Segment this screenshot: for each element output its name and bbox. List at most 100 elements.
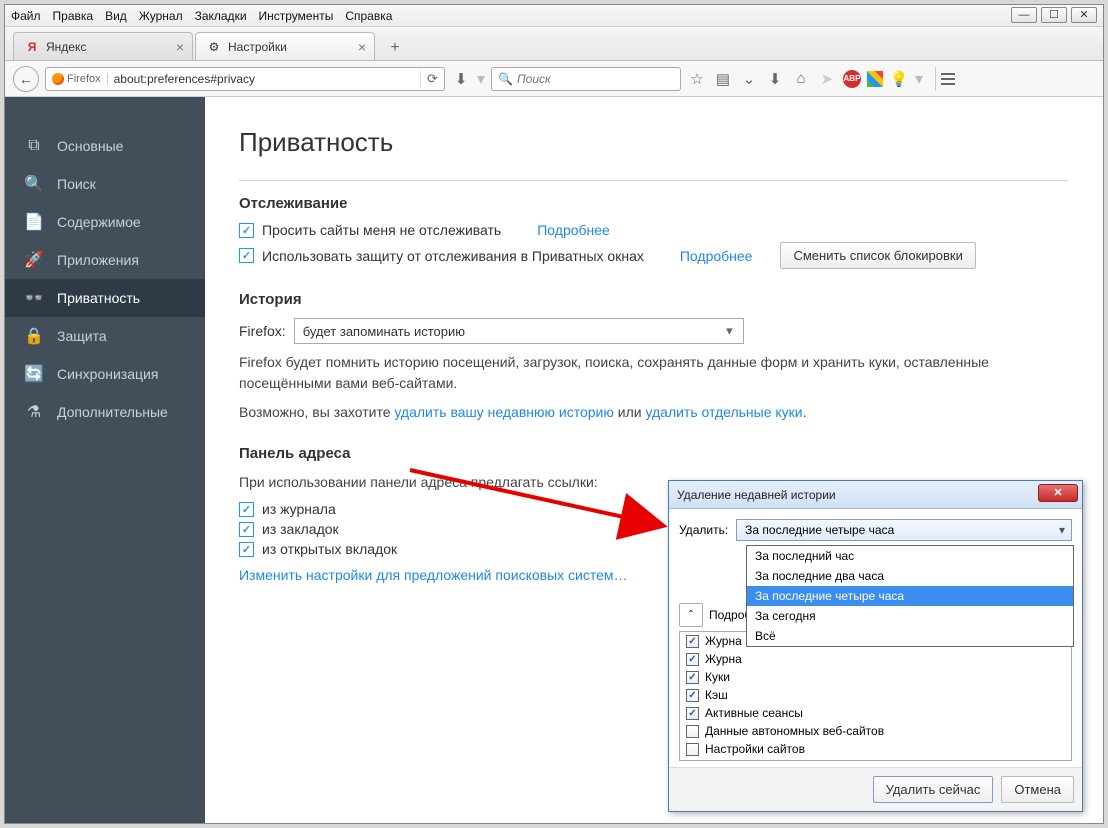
checkbox-item[interactable]	[686, 743, 699, 756]
lights-icon[interactable]: 💡	[889, 69, 909, 89]
checkbox-tracking-protection[interactable]: ✓	[239, 248, 254, 263]
advanced-icon: ⚗	[25, 403, 43, 421]
firefox-icon	[52, 73, 64, 85]
checkbox-from-opentabs[interactable]: ✓	[239, 542, 254, 557]
toolbar: ← Firefox ⟳ ⬇ ▾ 🔍 ☆ ▤ ⌄ ⬇ ⌂ ➤ ABP 💡 ▾	[5, 61, 1103, 97]
tracking-protection-label: Использовать защиту от отслеживания в Пр…	[262, 248, 644, 264]
history-description: Firefox будет помнить историю посещений,…	[239, 352, 1069, 394]
cancel-button[interactable]: Отмена	[1001, 776, 1074, 803]
dnt-more-link[interactable]: Подробнее	[537, 222, 610, 238]
delete-label: Удалить:	[679, 523, 728, 537]
checkbox-from-bookmarks[interactable]: ✓	[239, 522, 254, 537]
lock-icon: 🔒	[25, 327, 43, 345]
close-button[interactable]: ✕	[1071, 7, 1097, 23]
dialog-body: Удалить: За последние четыре часа За пос…	[669, 509, 1082, 767]
clear-recent-history-link[interactable]: удалить вашу недавнюю историю	[394, 404, 613, 420]
search-bar[interactable]: 🔍	[491, 67, 681, 91]
details-toggle-button[interactable]: ˆ	[679, 603, 703, 627]
back-button[interactable]: ←	[13, 66, 39, 92]
sidebar-item-advanced[interactable]: ⚗Дополнительные	[5, 393, 205, 431]
home-icon[interactable]: ⌂	[791, 69, 811, 89]
abp-icon[interactable]: ABP	[843, 70, 861, 88]
tracking-heading: Отслеживание	[239, 195, 1069, 212]
sidebar-item-general[interactable]: ⧉Основные	[5, 127, 205, 165]
menu-help[interactable]: Справка	[345, 9, 392, 23]
hamburger-menu[interactable]	[935, 67, 959, 91]
checkbox-item[interactable]	[686, 725, 699, 738]
sidebar-item-search[interactable]: 🔍Поиск	[5, 165, 205, 203]
firefox-label: Firefox:	[239, 323, 286, 339]
dialog-close-button[interactable]: ✕	[1038, 484, 1078, 502]
search-icon: 🔍	[25, 175, 43, 193]
mask-icon: 👓	[25, 289, 43, 307]
sidebar-item-security[interactable]: 🔒Защита	[5, 317, 205, 355]
maximize-button[interactable]: ☐	[1041, 7, 1067, 23]
menu-tools[interactable]: Инструменты	[259, 9, 334, 23]
sidebar-item-content[interactable]: 📄Содержимое	[5, 203, 205, 241]
history-links: Возможно, вы захотите удалить вашу недав…	[239, 402, 1069, 423]
tab-strip: Я Яндекс × ⚙ Настройки × +	[5, 27, 1103, 61]
menu-view[interactable]: Вид	[105, 9, 127, 23]
checkbox-from-history[interactable]: ✓	[239, 502, 254, 517]
tab-settings[interactable]: ⚙ Настройки ×	[195, 32, 375, 60]
sidebar-item-apps[interactable]: 🚀Приложения	[5, 241, 205, 279]
dropdown-option[interactable]: За последние четыре часа	[747, 586, 1073, 606]
divider	[239, 180, 1069, 181]
change-blocklist-button[interactable]: Сменить список блокировки	[780, 242, 975, 269]
menu-history[interactable]: Журнал	[139, 9, 183, 23]
sidebar-item-sync[interactable]: 🔄Синхронизация	[5, 355, 205, 393]
details-list[interactable]: Журна Журна Куки Кэш Активные сеансы Дан…	[679, 631, 1072, 761]
clear-cookies-link[interactable]: удалить отдельные куки	[645, 404, 802, 420]
dropdown-option[interactable]: За сегодня	[747, 606, 1073, 626]
menubar: Файл Правка Вид Журнал Закладки Инструме…	[5, 5, 1103, 27]
checkbox-item[interactable]	[686, 635, 699, 648]
apps-icon[interactable]	[867, 71, 883, 87]
history-mode-select[interactable]: будет запоминать историю	[294, 318, 744, 344]
dropdown-option[interactable]: За последние два часа	[747, 566, 1073, 586]
close-tab-icon[interactable]: ×	[358, 39, 366, 55]
star-icon[interactable]: ☆	[687, 69, 707, 89]
pocket-icon[interactable]: ⌄	[739, 69, 759, 89]
tab-label: Яндекс	[46, 40, 86, 54]
url-input[interactable]	[108, 72, 420, 86]
change-search-settings-link[interactable]: Изменить настройки для предложений поиск…	[239, 567, 628, 583]
delete-now-button[interactable]: Удалить сейчас	[873, 776, 994, 803]
menu-file[interactable]: Файл	[11, 9, 41, 23]
sync-icon: 🔄	[25, 365, 43, 383]
tracking-more-link[interactable]: Подробнее	[680, 248, 753, 264]
history-heading: История	[239, 291, 1069, 308]
page-title: Приватность	[239, 127, 1069, 158]
send-icon[interactable]: ➤	[817, 69, 837, 89]
search-input[interactable]	[517, 72, 674, 86]
dialog-title: Удаление недавней истории	[677, 488, 836, 502]
content-icon: 📄	[25, 213, 43, 231]
new-tab-button[interactable]: +	[383, 36, 407, 60]
checkbox-item[interactable]	[686, 707, 699, 720]
dialog-footer: Удалить сейчас Отмена	[669, 767, 1082, 811]
close-tab-icon[interactable]: ×	[176, 39, 184, 55]
tab-yandex[interactable]: Я Яндекс ×	[13, 32, 193, 60]
preferences-sidebar: ⧉Основные 🔍Поиск 📄Содержимое 🚀Приложения…	[5, 97, 205, 823]
reload-button[interactable]: ⟳	[420, 71, 444, 87]
search-icon: 🔍	[498, 72, 513, 86]
dropdown-option[interactable]: Всё	[747, 626, 1073, 646]
addressbar-heading: Панель адреса	[239, 445, 1069, 462]
general-icon: ⧉	[25, 137, 43, 155]
site-identity[interactable]: Firefox	[46, 73, 108, 85]
menu-edit[interactable]: Правка	[53, 9, 94, 23]
checkbox-item[interactable]	[686, 671, 699, 684]
reader-icon[interactable]: ▤	[713, 69, 733, 89]
download-button[interactable]: ⬇	[451, 69, 471, 89]
time-range-dropdown: За последний час За последние два часа З…	[746, 545, 1074, 647]
menu-bookmarks[interactable]: Закладки	[195, 9, 247, 23]
minimize-button[interactable]: —	[1011, 7, 1037, 23]
sidebar-item-privacy[interactable]: 👓Приватность	[5, 279, 205, 317]
dropdown-option[interactable]: За последний час	[747, 546, 1073, 566]
checkbox-item[interactable]	[686, 689, 699, 702]
checkbox-dnt[interactable]: ✓	[239, 223, 254, 238]
dialog-titlebar[interactable]: Удаление недавней истории ✕	[669, 481, 1082, 509]
url-bar[interactable]: Firefox ⟳	[45, 67, 445, 91]
checkbox-item[interactable]	[686, 653, 699, 666]
time-range-select[interactable]: За последние четыре часа	[736, 519, 1072, 541]
down-icon[interactable]: ⬇	[765, 69, 785, 89]
